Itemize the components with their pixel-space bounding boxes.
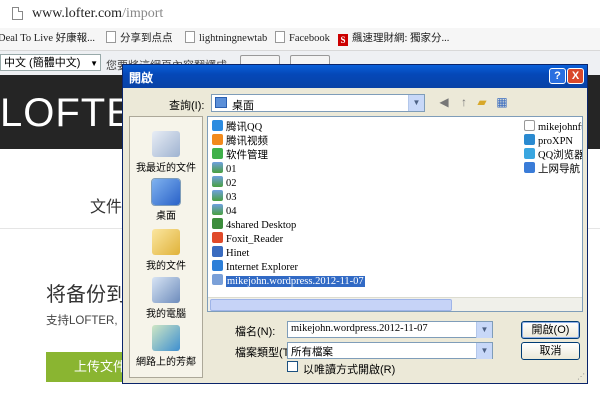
list-item[interactable]: 腾讯视频 — [212, 134, 268, 147]
language-select[interactable]: 中文 (簡體中文) ▼ — [0, 54, 101, 71]
view-menu-icon[interactable]: ▦ — [495, 95, 509, 109]
list-item[interactable]: proXPN — [524, 134, 573, 147]
link-icon — [212, 246, 223, 257]
filename-label: 檔名(N): — [235, 326, 276, 338]
filetype-select[interactable]: 所有檔案 ▼ — [287, 342, 493, 359]
qq-icon — [212, 120, 223, 131]
up-folder-icon[interactable]: ↑ — [457, 95, 471, 109]
list-item[interactable]: 02 — [212, 176, 237, 189]
list-item[interactable]: 4shared Desktop — [212, 218, 296, 231]
list-item[interactable]: mikejohnft — [524, 120, 582, 133]
tab-files[interactable]: 文件 — [90, 193, 122, 217]
bookmark-facebook[interactable]: Facebook — [275, 31, 330, 47]
support-text: 支持LOFTER, — [46, 315, 118, 327]
scrollbar-thumb[interactable] — [210, 299, 452, 311]
video-icon — [212, 134, 223, 145]
look-in-label: 查詢(I): — [169, 100, 205, 112]
horizontal-scrollbar[interactable] — [208, 297, 582, 311]
computer-icon — [152, 277, 180, 303]
bookmark-finance[interactable]: S 飆速理財網: 獨家分... — [338, 31, 449, 47]
list-item[interactable]: Internet Explorer — [212, 260, 298, 273]
close-button[interactable]: X — [567, 68, 584, 84]
page-icon — [185, 31, 195, 43]
bookmark-lightningnewtab[interactable]: lightningnewtab — [185, 31, 267, 47]
internet-explorer-icon — [212, 260, 223, 271]
open-button[interactable]: 開啟(O) — [521, 321, 580, 339]
list-item[interactable]: Hinet — [212, 246, 249, 259]
list-item[interactable]: 软件管理 — [212, 148, 268, 161]
image-file-icon — [212, 176, 223, 187]
list-item-selected[interactable]: mikejohn.wordpress.2012-11-07 — [212, 274, 365, 287]
navigation-icon — [524, 162, 535, 173]
image-file-icon — [212, 162, 223, 173]
shortcut-icon — [212, 218, 223, 229]
dialog-title: 開啟 — [129, 71, 154, 85]
list-item[interactable]: 01 — [212, 162, 237, 175]
xml-file-icon — [212, 274, 223, 285]
help-button[interactable]: ? — [549, 68, 566, 84]
image-file-icon — [212, 190, 223, 201]
chevron-down-icon: ▼ — [408, 95, 424, 111]
new-folder-icon[interactable]: ▰ — [475, 95, 489, 109]
upload-file-button[interactable]: 上传文件 — [46, 352, 130, 382]
place-network[interactable]: 網路上的芳鄰 — [130, 325, 202, 368]
url-text[interactable]: www.lofter.com/import — [32, 6, 163, 22]
bookmark-share[interactable]: 分享到点点 — [106, 31, 173, 47]
desktop-icon — [215, 97, 227, 108]
software-manager-icon — [212, 148, 223, 159]
place-recent[interactable]: 我最近的文件 — [130, 131, 202, 174]
filename-field[interactable]: mikejohn.wordpress.2012-11-07 ▼ — [287, 321, 493, 338]
file-icon — [524, 120, 535, 131]
back-icon[interactable]: ◀ — [437, 95, 451, 109]
file-list[interactable]: 腾讯QQ 腾讯视频 软件管理 01 02 03 04 4shared Deskt… — [207, 116, 583, 312]
vpn-icon — [524, 134, 535, 145]
browser-icon — [524, 148, 535, 159]
page-icon — [106, 31, 116, 43]
folder-icon — [152, 229, 180, 255]
recent-documents-icon — [152, 131, 180, 157]
page-icon — [275, 31, 285, 43]
open-file-dialog: 開啟 ? X 查詢(I): 桌面 ▼ ◀ ↑ ▰ ▦ 我最近的文件 桌面 我的文… — [122, 64, 588, 384]
chevron-down-icon: ▼ — [476, 322, 492, 338]
restore-title: 将备份到 — [46, 284, 126, 306]
place-desktop[interactable]: 桌面 — [130, 178, 202, 222]
list-item[interactable]: Foxit_Reader — [212, 232, 283, 245]
cancel-button[interactable]: 取消 — [521, 342, 580, 360]
desktop-icon — [151, 178, 181, 206]
network-icon — [152, 325, 180, 351]
chevron-down-icon: ▼ — [90, 59, 98, 68]
page-icon — [12, 7, 23, 20]
resize-grip-icon[interactable]: ⋰ — [577, 372, 585, 381]
url-path: /import — [122, 6, 164, 21]
url-host: www.lofter.com — [32, 6, 123, 21]
address-bar[interactable]: www.lofter.com/import — [0, 0, 600, 29]
list-item[interactable]: 腾讯QQ — [212, 120, 262, 133]
list-item[interactable]: 上网导航 — [524, 162, 580, 175]
finance-logo-icon: S — [338, 34, 348, 46]
image-file-icon — [212, 204, 223, 215]
chevron-down-icon: ▼ — [476, 343, 492, 359]
readonly-label: 以唯讀方式開啟(R) — [303, 364, 396, 376]
bookmarks-bar: Deal To Live 好康報... 分享到点点 lightningnewta… — [0, 28, 600, 51]
places-bar: 我最近的文件 桌面 我的文件 我的電腦 網路上的芳鄰 — [129, 116, 203, 378]
dialog-titlebar[interactable]: 開啟 ? X — [123, 65, 587, 88]
list-item[interactable]: QQ浏览器 — [524, 148, 582, 161]
list-item[interactable]: 04 — [212, 204, 237, 217]
bookmark-deal[interactable]: Deal To Live 好康報... — [0, 31, 95, 47]
place-documents[interactable]: 我的文件 — [130, 229, 202, 272]
list-item[interactable]: 03 — [212, 190, 237, 203]
readonly-checkbox[interactable] — [287, 361, 298, 372]
place-computer[interactable]: 我的電腦 — [130, 277, 202, 320]
pdf-reader-icon — [212, 232, 223, 243]
look-in-select[interactable]: 桌面 ▼ — [211, 94, 425, 112]
